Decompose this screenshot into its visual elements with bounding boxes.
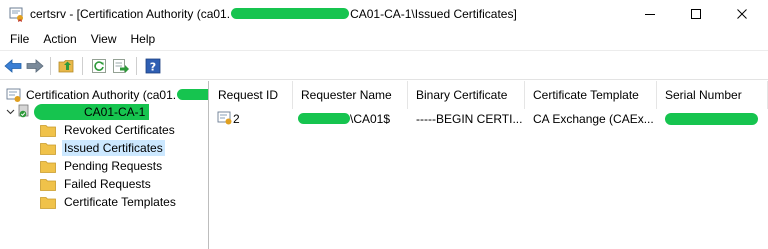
redaction-bar [231,8,350,19]
window-title-prefix: certsrv - [Certification Authority (ca01… [30,7,231,21]
toolbar-separator [136,57,137,75]
table-row[interactable]: 2 \CA01$ -----BEGIN CERTI... CA Exchange… [210,109,768,129]
tree-item-label: Failed Requests [64,177,151,191]
request-id-value: 2 [233,112,240,126]
folder-icon [40,178,56,191]
folder-icon [40,142,56,155]
folder-icon [40,124,56,137]
export-list-button[interactable] [111,56,131,76]
tree-item-label: Issued Certificates [62,140,165,156]
folder-icon [40,160,56,173]
export-list-icon [113,59,129,73]
minimize-icon [645,13,655,15]
column-header-serial-number[interactable]: Serial Number [657,81,768,109]
help-button[interactable]: ? [143,56,163,76]
forward-arrow-icon [26,59,44,73]
folder-icon [40,196,56,209]
certification-authority-icon [6,88,21,102]
collapse-chevron-icon[interactable] [4,105,16,119]
maximize-button[interactable] [673,0,719,27]
title-bar: certsrv - [Certification Authority (ca01… [0,0,768,29]
menu-help[interactable]: Help [124,29,163,50]
redaction-bar [177,89,208,100]
up-one-level-button[interactable] [57,56,77,76]
tree-root-certification-authority[interactable]: Certification Authority (ca01. [6,86,208,104]
tree-node-ca[interactable]: CA01-CA-1 [4,103,150,121]
window-title: certsrv - [Certification Authority (ca01… [30,7,517,21]
tree-root-label: Certification Authority (ca01. [26,88,208,102]
cell-certificate-template: CA Exchange (CAEx... [533,112,654,126]
tree-item-label: Certificate Templates [64,195,176,209]
cell-requester-name: \CA01$ [298,109,408,129]
svg-text:?: ? [150,61,156,74]
column-header-request-id[interactable]: Request ID [210,81,293,109]
help-icon: ? [145,58,161,74]
redaction-bar [665,113,758,125]
column-header-certificate-template[interactable]: Certificate Template [525,81,657,109]
toolbar: ? [0,50,768,80]
tree-item-certificate-templates[interactable]: Certificate Templates [40,193,178,211]
menu-file[interactable]: File [3,29,36,50]
forward-button[interactable] [25,56,45,76]
toolbar-separator [50,57,51,75]
certificate-icon [217,111,232,125]
ca-node-label: CA01-CA-1 [34,104,150,120]
redaction-bar [298,113,350,124]
close-icon [737,8,747,19]
up-folder-icon [58,60,74,73]
certsrv-app-icon [9,7,25,22]
back-button[interactable] [3,56,23,76]
cell-serial-number [665,109,768,129]
tree-item-issued-certificates[interactable]: Issued Certificates [40,139,165,157]
tree-item-label: Revoked Certificates [64,123,175,137]
refresh-icon [92,59,106,73]
window-title-suffix: CA01-CA-1\Issued Certificates] [350,7,517,21]
menu-view[interactable]: View [84,29,124,50]
maximize-icon [691,8,701,19]
back-arrow-icon [4,59,22,73]
console-tree: Certification Authority (ca01. CA01-CA-1… [0,81,209,249]
cell-request-id: 2 [217,109,293,129]
column-header-requester-name[interactable]: Requester Name [293,81,408,109]
column-header-binary-certificate[interactable]: Binary Certificate [408,81,525,109]
tree-item-pending-requests[interactable]: Pending Requests [40,157,164,175]
results-pane: Request ID Requester Name Binary Certifi… [210,81,768,249]
tree-item-failed-requests[interactable]: Failed Requests [40,175,153,193]
requester-name-value: \CA01$ [350,112,391,126]
menu-bar: File Action View Help [0,29,768,50]
refresh-button[interactable] [89,56,109,76]
close-button[interactable] [719,0,765,27]
menu-action[interactable]: Action [36,29,83,50]
ca-server-check-icon [18,104,30,121]
tree-item-label: Pending Requests [64,159,163,173]
cell-binary-certificate: -----BEGIN CERTI... [416,112,523,126]
toolbar-separator [82,57,83,75]
tree-item-revoked-certificates[interactable]: Revoked Certificates [40,121,177,139]
minimize-button[interactable] [627,0,673,27]
tree-root-text: Certification Authority (ca01. [26,88,177,102]
